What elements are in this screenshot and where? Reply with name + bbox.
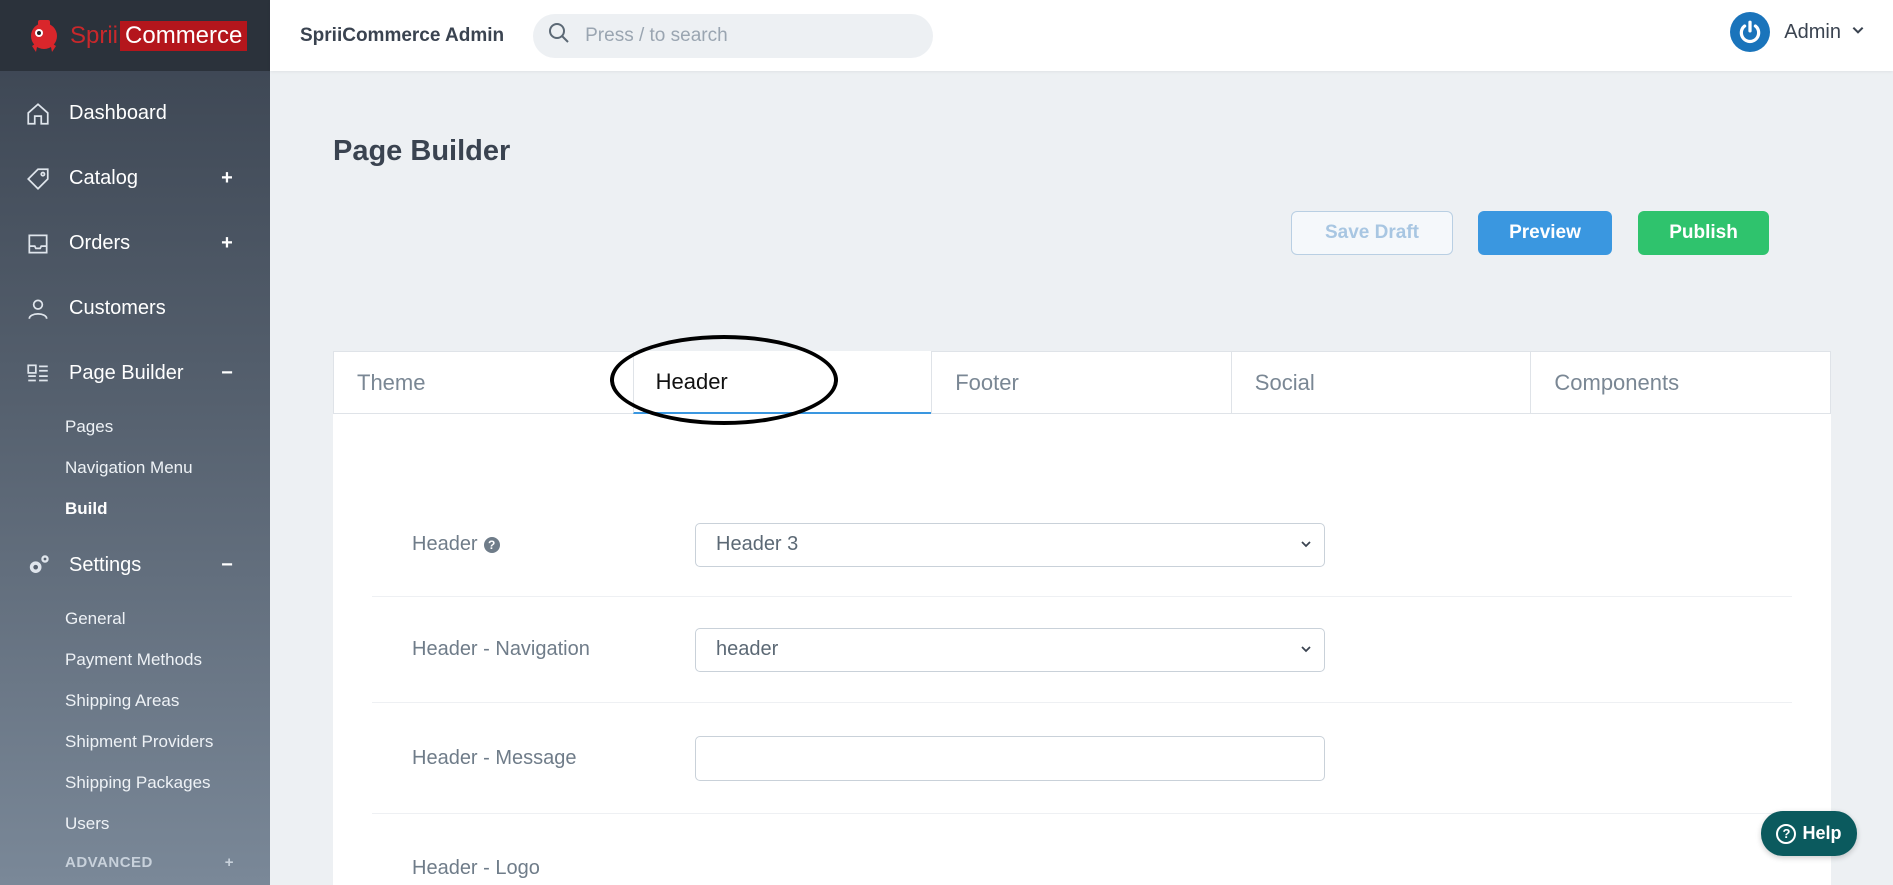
sidebar-item-page-builder[interactable]: Page Builder − bbox=[0, 341, 270, 406]
sidebar-item-dashboard[interactable]: Dashboard bbox=[0, 81, 270, 146]
sidebar-item-customers[interactable]: Customers bbox=[0, 276, 270, 341]
sidebar-subitem-users[interactable]: Users bbox=[0, 803, 270, 844]
brand-logo-icon bbox=[24, 16, 64, 56]
search-icon bbox=[547, 21, 571, 50]
tag-icon bbox=[24, 165, 52, 193]
tab-footer[interactable]: Footer bbox=[931, 351, 1231, 414]
advanced-expand-toggle[interactable]: + bbox=[225, 854, 234, 871]
header-message-textarea[interactable] bbox=[695, 735, 1325, 781]
question-icon: ? bbox=[1776, 823, 1797, 844]
search-input[interactable] bbox=[585, 24, 906, 47]
header-label: Header ? bbox=[412, 533, 695, 556]
form-row-header: Header ? Header 3 bbox=[372, 493, 1792, 597]
header-settings-form: Header ? Header 3 Header - Navigation he… bbox=[372, 493, 1792, 885]
app-title: SpriiCommerce Admin bbox=[300, 24, 505, 46]
tab-social[interactable]: Social bbox=[1230, 351, 1531, 414]
sidebar-subitem-general[interactable]: General bbox=[0, 598, 270, 639]
sidebar-subitem-pages[interactable]: Pages bbox=[0, 406, 270, 447]
sidebar-nav: Dashboard Catalog + Orders + Customers P… bbox=[0, 71, 270, 880]
settings-collapse-toggle[interactable]: − bbox=[220, 554, 234, 577]
chevron-down-icon bbox=[1851, 23, 1865, 42]
sidebar-subitem-shipment-providers[interactable]: Shipment Providers bbox=[0, 721, 270, 762]
user-name: Admin bbox=[1784, 20, 1841, 43]
save-draft-button[interactable]: Save Draft bbox=[1291, 211, 1453, 255]
sidebar-item-orders[interactable]: Orders + bbox=[0, 211, 270, 276]
tab-components[interactable]: Components bbox=[1530, 351, 1831, 414]
page-title: Page Builder bbox=[333, 135, 511, 167]
tab-theme[interactable]: Theme bbox=[333, 351, 633, 414]
topbar: SpriiCommerce Admin Admin bbox=[270, 0, 1893, 71]
user-icon bbox=[24, 295, 52, 323]
inbox-icon bbox=[24, 230, 52, 258]
header-select[interactable]: Header 3 bbox=[695, 522, 1325, 567]
tab-header[interactable]: Header bbox=[632, 351, 932, 414]
preview-button[interactable]: Preview bbox=[1478, 211, 1612, 255]
sidebar-subitem-shipping-areas[interactable]: Shipping Areas bbox=[0, 680, 270, 721]
catalog-expand-toggle[interactable]: + bbox=[220, 167, 234, 190]
header-message-label: Header - Message bbox=[412, 746, 577, 769]
avatar bbox=[1730, 12, 1771, 52]
sidebar-subitem-payment-methods[interactable]: Payment Methods bbox=[0, 639, 270, 680]
page-builder-icon bbox=[24, 360, 52, 388]
page-builder-collapse-toggle[interactable]: − bbox=[220, 362, 234, 385]
sidebar-section-advanced[interactable]: ADVANCED + bbox=[0, 844, 270, 880]
sidebar-item-catalog[interactable]: Catalog + bbox=[0, 146, 270, 211]
help-circle-icon[interactable]: ? bbox=[483, 536, 500, 553]
search-box[interactable] bbox=[533, 13, 934, 58]
publish-button[interactable]: Publish bbox=[1638, 211, 1769, 255]
header-navigation-select[interactable]: header bbox=[695, 627, 1325, 672]
sidebar-subitem-shipping-packages[interactable]: Shipping Packages bbox=[0, 762, 270, 803]
user-menu[interactable]: Admin bbox=[1730, 12, 1865, 52]
chevron-down-icon bbox=[1300, 638, 1312, 661]
home-icon bbox=[24, 100, 52, 128]
sidebar-subitem-navigation-menu[interactable]: Navigation Menu bbox=[0, 447, 270, 488]
form-row-header-message: Header - Message bbox=[372, 703, 1792, 814]
header-navigation-label: Header - Navigation bbox=[412, 638, 590, 660]
logo[interactable]: Sprii Commerce bbox=[0, 0, 270, 71]
sidebar-item-settings[interactable]: Settings − bbox=[0, 533, 270, 598]
brand-name: Sprii Commerce bbox=[70, 20, 248, 51]
sidebar-subitem-build[interactable]: Build bbox=[0, 488, 270, 529]
page-builder-tabs: Theme Header Footer Social Components bbox=[333, 351, 1831, 414]
form-row-header-navigation: Header - Navigation header bbox=[372, 597, 1792, 703]
sidebar: Sprii Commerce Dashboard Catalog + Orders… bbox=[0, 0, 270, 885]
help-button[interactable]: ? Help bbox=[1761, 811, 1857, 856]
form-row-header-logo: Header - Logo bbox=[372, 814, 1792, 885]
orders-expand-toggle[interactable]: + bbox=[220, 232, 234, 255]
gears-icon bbox=[24, 552, 52, 580]
header-logo-label: Header - Logo bbox=[412, 856, 540, 879]
chevron-down-icon bbox=[1300, 533, 1312, 556]
